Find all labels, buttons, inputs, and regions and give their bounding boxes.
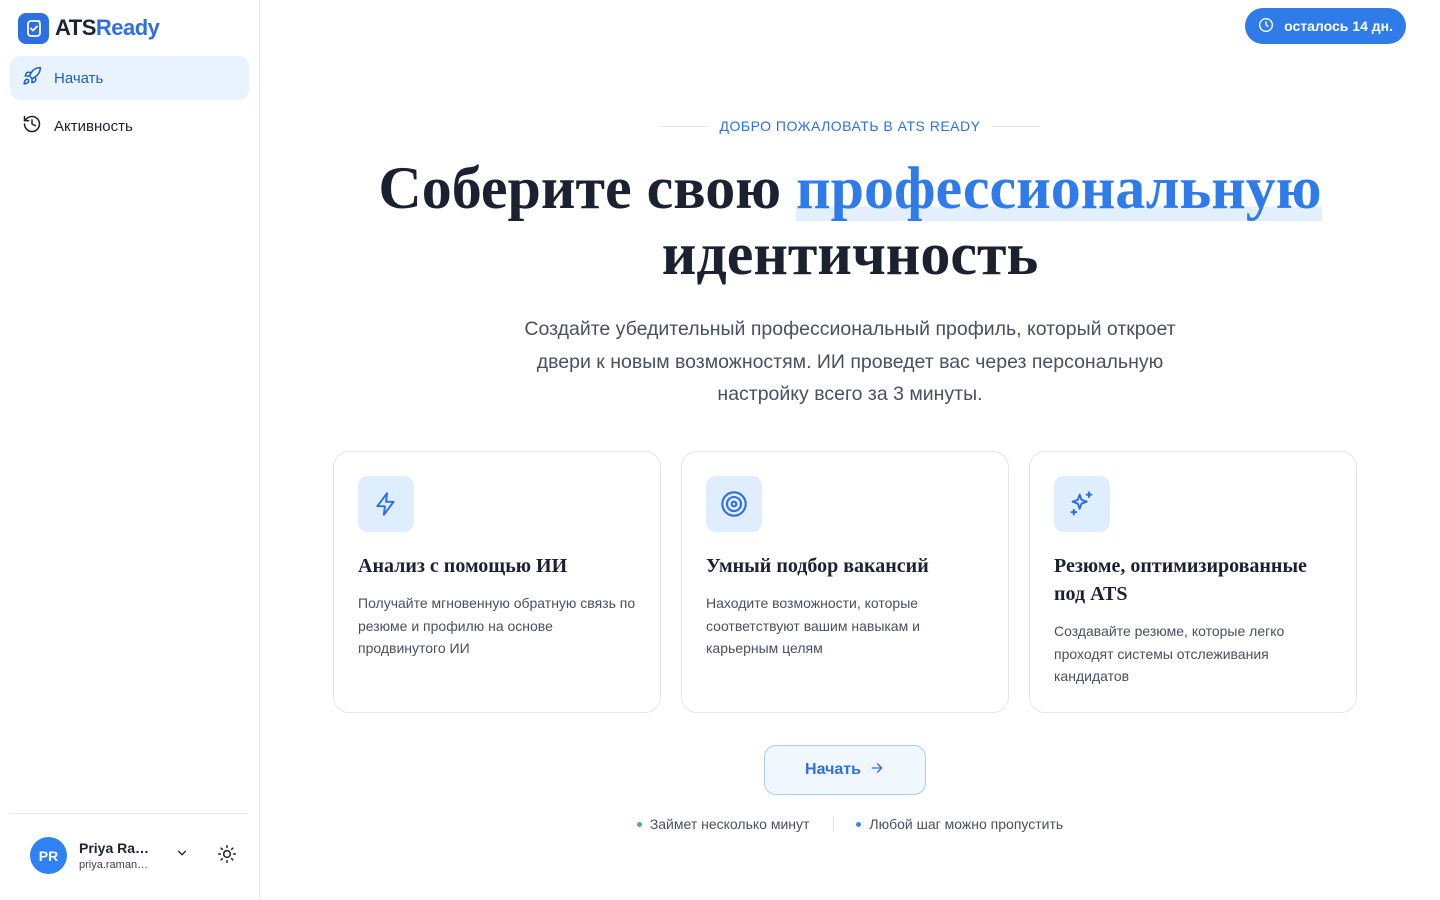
card-title: Резюме, оптимизированные под ATS	[1054, 555, 1307, 605]
user-info: Priya Ram... priya.raman@...	[79, 840, 157, 871]
page-title: Соберите свою профессиональную идентично…	[260, 155, 1440, 287]
lightning-icon	[358, 476, 414, 532]
hint-label: Займет несколько минут	[649, 816, 810, 832]
chevron-down-icon	[175, 846, 189, 865]
sidebar-item-label: Начать	[54, 69, 104, 87]
sun-icon	[217, 844, 237, 869]
hint-divider	[833, 816, 835, 832]
feature-card-ats-resume: Резюме, оптимизированные под ATS Создава…	[1029, 451, 1357, 713]
user-menu[interactable]: PR Priya Ram... priya.raman@...	[30, 837, 189, 874]
user-name: Priya Ram...	[79, 840, 157, 856]
logo-text-part1: ATS	[55, 15, 96, 40]
feature-card-job-matching: Умный подбор вакансий Находите возможнос…	[681, 451, 1009, 713]
start-button-label: Начать	[805, 761, 861, 778]
logo-text-part2: Ready	[95, 15, 160, 40]
user-email: priya.raman@...	[79, 859, 157, 871]
target-icon	[706, 476, 762, 532]
hint-dot	[636, 821, 642, 827]
app-logo[interactable]: ATSReady	[18, 12, 160, 44]
sparkles-icon	[1054, 476, 1110, 532]
avatar: PR	[30, 837, 67, 874]
card-title: Умный подбор вакансий	[706, 555, 929, 577]
arrow-right-icon	[869, 760, 885, 781]
sidebar: ATSReady Начать Активность PR Priya Ram.…	[0, 0, 260, 900]
hints: Займет несколько минут Любой шаг можно п…	[260, 816, 1440, 832]
theme-toggle-button[interactable]	[214, 843, 240, 869]
eyebrow-line-left	[659, 125, 708, 127]
rocket-icon	[22, 66, 42, 90]
headline-highlight: профессиональную	[796, 155, 1322, 221]
eyebrow: ДОБРО ПОЖАЛОВАТЬ В ATS READY	[260, 118, 1440, 134]
start-button[interactable]: Начать	[764, 745, 926, 795]
card-title: Анализ с помощью ИИ	[358, 555, 568, 577]
logo-mark-icon	[18, 12, 49, 44]
headline-part2: идентичность	[661, 221, 1039, 287]
sidebar-divider	[10, 813, 248, 814]
headline-part1: Соберите свою	[378, 155, 797, 221]
card-description: Получайте мгновенную обратную связь по р…	[358, 595, 636, 656]
hint-skip: Любой шаг можно пропустить	[856, 816, 1063, 832]
hint-label: Любой шаг можно пропустить	[869, 816, 1064, 832]
eyebrow-line-right	[992, 125, 1041, 127]
main-content: ДОБРО ПОЖАЛОВАТЬ В ATS READY Соберите св…	[260, 0, 1440, 900]
feature-card-ai-analysis: Анализ с помощью ИИ Получайте мгновенную…	[333, 451, 661, 713]
subtitle: Создайте убедительный профессиональный п…	[524, 318, 1176, 405]
eyebrow-text: ДОБРО ПОЖАЛОВАТЬ В ATS READY	[719, 118, 981, 134]
feature-cards: Анализ с помощью ИИ Получайте мгновенную…	[333, 451, 1357, 713]
sidebar-item-label: Активность	[54, 117, 133, 135]
sidebar-item-activity[interactable]: Активность	[10, 104, 249, 148]
sidebar-item-start[interactable]: Начать	[10, 56, 249, 100]
hint-time: Займет несколько минут	[636, 816, 810, 832]
hint-dot	[856, 821, 862, 827]
card-description: Находите возможности, которые соответств…	[706, 595, 920, 656]
logo-text: ATSReady	[55, 15, 160, 41]
history-icon	[22, 114, 42, 138]
card-description: Создавайте резюме, которые легко проходя…	[1054, 623, 1285, 684]
